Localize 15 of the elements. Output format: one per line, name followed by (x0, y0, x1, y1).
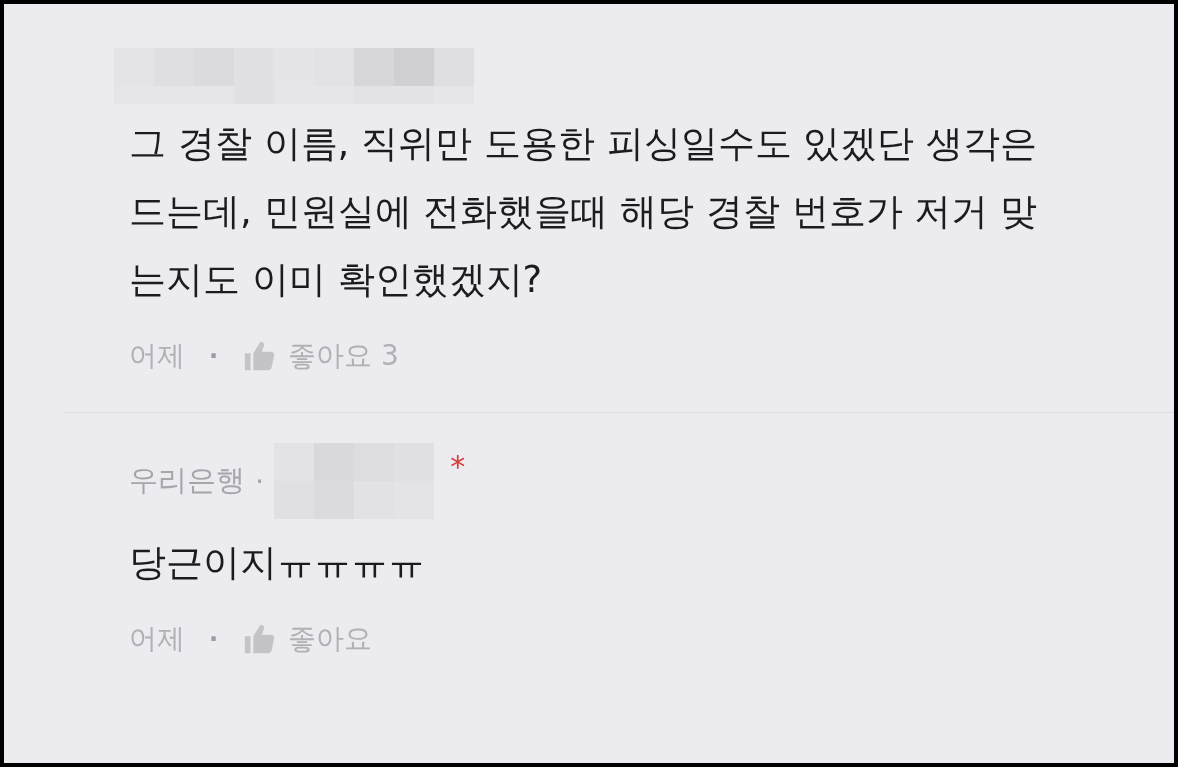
asterisk-mark: * (450, 449, 466, 484)
thumbs-up-icon (242, 622, 277, 656)
timestamp: 어제 (129, 338, 185, 374)
separator: · (255, 464, 265, 498)
separator: · (209, 625, 219, 653)
like-button[interactable]: 좋아요 (242, 620, 373, 658)
like-button[interactable]: 좋아요 3 (242, 337, 399, 375)
separator: · (209, 342, 219, 370)
comment-text: 그 경찰 이름, 직위만 도용한 피싱일수도 있겠단 생각은 (129, 121, 1039, 167)
comment-text: 는지도 이미 확인했겠지? (129, 257, 544, 303)
comment-text: 당근이지ㅠㅠㅠㅠ (129, 540, 426, 586)
thumbs-up-icon (242, 339, 277, 373)
comment-text: 드는데, 민원실에 전화했을때 해당 경찰 번호가 저거 맞 (129, 189, 1039, 235)
timestamp: 어제 (129, 621, 185, 657)
author-name[interactable]: 우리은행 (129, 461, 245, 501)
